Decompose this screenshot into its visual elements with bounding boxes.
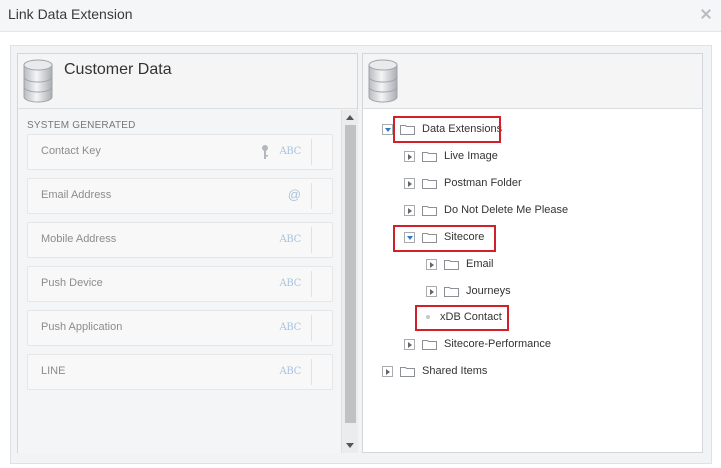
tree-item-label: Shared Items	[422, 365, 488, 377]
highlight-box	[415, 305, 509, 331]
at-icon: @	[287, 187, 301, 202]
field-type-label: ABC	[279, 278, 301, 289]
folder-icon	[422, 151, 437, 162]
field-divider	[311, 183, 312, 209]
tree-item-label: Do Not Delete Me Please	[444, 204, 569, 216]
field-mobile-address[interactable]: Mobile Address ABC	[27, 222, 333, 258]
field-label: Push Device	[41, 277, 103, 289]
dialog-header: Link Data Extension	[0, 0, 721, 32]
folder-icon	[444, 259, 459, 270]
scrollbar-thumb[interactable]	[345, 125, 356, 423]
tree-item-label: Email	[466, 258, 494, 270]
expand-toggle-icon[interactable]	[404, 150, 415, 162]
folder-icon	[400, 366, 415, 377]
field-list: SYSTEM GENERATED Contact Key ABC Email A…	[18, 110, 341, 453]
highlight-box	[393, 116, 501, 143]
customer-data-panel: Customer Data SYSTEM GENERATED Contact K…	[17, 53, 358, 453]
field-type-label: ABC	[279, 322, 301, 333]
field-label: Contact Key	[41, 145, 101, 157]
tree-item-postman-folder[interactable]: Postman Folder	[404, 173, 522, 193]
field-divider	[311, 359, 312, 385]
field-divider	[311, 227, 312, 253]
field-type-label: ABC	[279, 366, 301, 377]
key-icon	[262, 145, 268, 159]
scroll-down-arrow-icon[interactable]	[346, 443, 354, 448]
highlight-box	[393, 225, 496, 252]
field-type-label: ABC	[279, 146, 301, 157]
data-extensions-panel-header	[363, 54, 702, 109]
field-label: Mobile Address	[41, 233, 117, 245]
expand-toggle-icon[interactable]	[404, 338, 415, 350]
field-email-address[interactable]: Email Address @	[27, 178, 333, 214]
field-divider	[311, 315, 312, 341]
folder-icon	[422, 178, 437, 189]
folder-icon	[422, 205, 437, 216]
field-contact-key[interactable]: Contact Key ABC	[27, 134, 333, 170]
tree-item-label: Sitecore-Performance	[444, 338, 551, 350]
field-label: Push Application	[41, 321, 123, 333]
tree-item-journeys[interactable]: Journeys	[426, 281, 511, 301]
tree-item-label: Live Image	[444, 150, 498, 162]
expand-toggle-icon[interactable]	[426, 258, 437, 270]
customer-data-panel-header: Customer Data	[18, 54, 357, 109]
database-icon	[23, 59, 53, 103]
tree-item-do-not-delete-me-please[interactable]: Do Not Delete Me Please	[404, 200, 568, 220]
database-icon	[368, 59, 398, 103]
field-push-application[interactable]: Push Application ABC	[27, 310, 333, 346]
tree-item-email[interactable]: Email	[426, 254, 494, 274]
expand-toggle-icon[interactable]	[382, 365, 393, 377]
tree-item-shared-items[interactable]: Shared Items	[382, 361, 487, 381]
expand-toggle-icon[interactable]	[426, 285, 437, 297]
field-push-device[interactable]: Push Device ABC	[27, 266, 333, 302]
scroll-up-arrow-icon[interactable]	[346, 115, 354, 120]
tree-item-label: Postman Folder	[444, 177, 522, 189]
data-extensions-panel: Data Extensions Live Image Postman Folde…	[362, 53, 703, 453]
field-divider	[311, 139, 312, 165]
expand-toggle-icon[interactable]	[404, 177, 415, 189]
customer-data-title: Customer Data	[64, 61, 172, 78]
tree-item-live-image[interactable]: Live Image	[404, 146, 498, 166]
tree-item-label: Journeys	[466, 285, 511, 297]
field-type-label: ABC	[279, 234, 301, 245]
folder-icon	[444, 286, 459, 297]
folder-tree: Data Extensions Live Image Postman Folde…	[363, 110, 702, 453]
field-divider	[311, 271, 312, 297]
expand-toggle-icon[interactable]	[382, 123, 393, 135]
field-line[interactable]: LINE ABC	[27, 354, 333, 390]
field-label: Email Address	[41, 189, 112, 201]
close-icon[interactable]	[699, 7, 713, 21]
dialog-title: Link Data Extension	[8, 6, 133, 22]
expand-toggle-icon[interactable]	[404, 204, 415, 216]
folder-icon	[422, 339, 437, 350]
section-label-system-generated: SYSTEM GENERATED	[27, 120, 136, 131]
tree-item-sitecore-performance[interactable]: Sitecore-Performance	[404, 334, 551, 354]
field-label: LINE	[41, 365, 66, 377]
field-list-scrollbar[interactable]	[341, 110, 358, 453]
